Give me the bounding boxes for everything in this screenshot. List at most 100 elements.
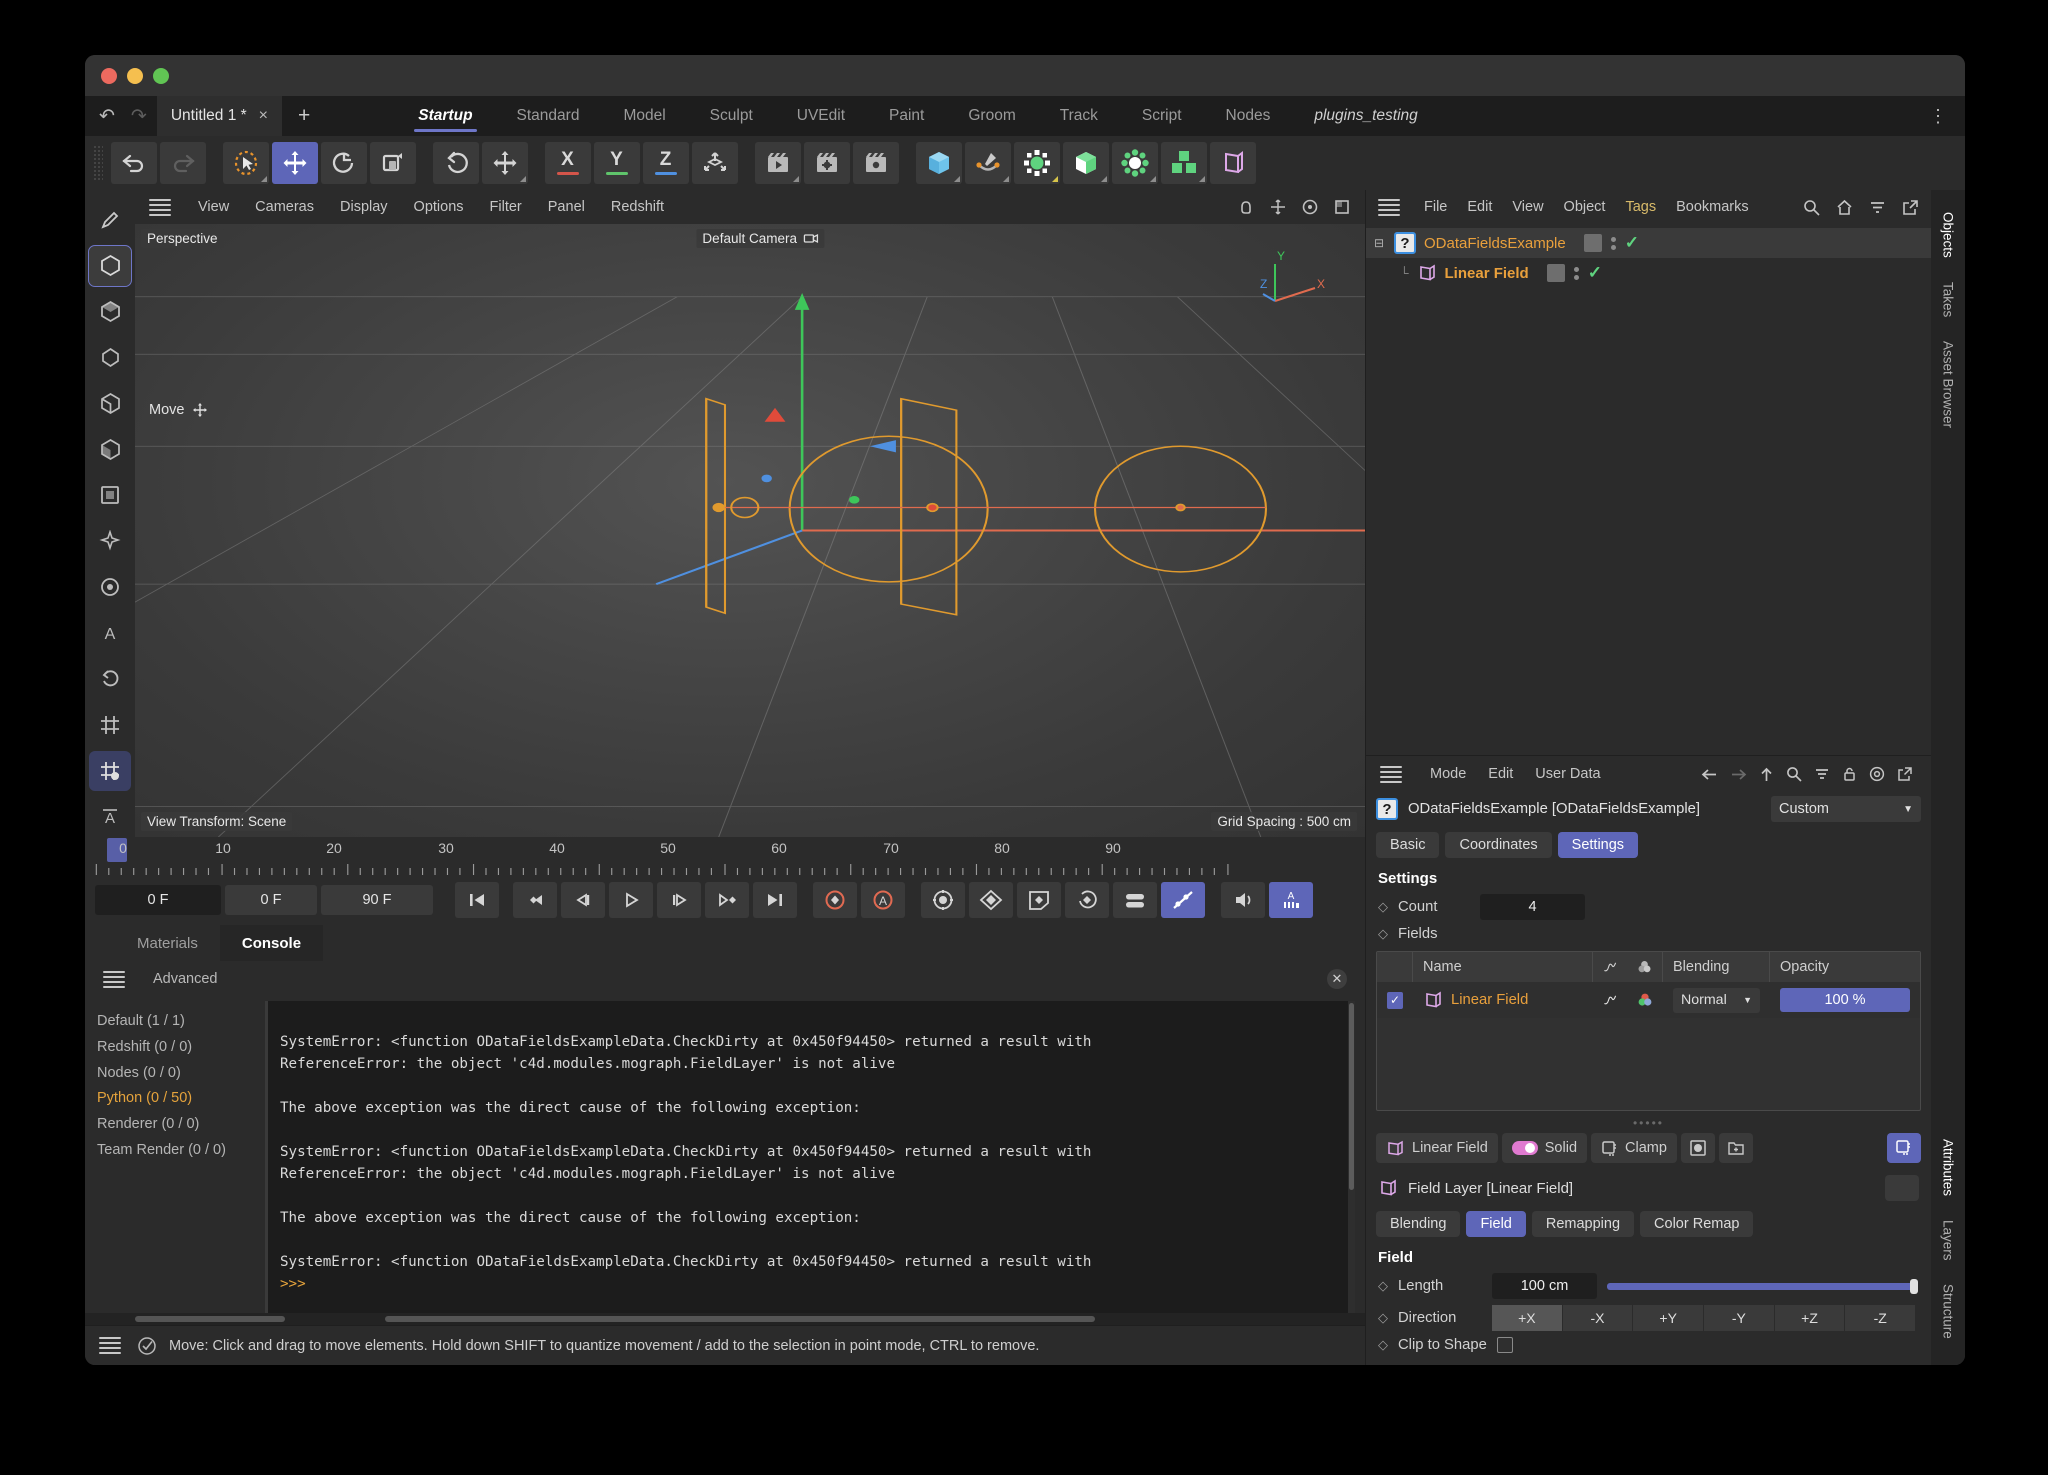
tab-settings[interactable]: Settings bbox=[1557, 832, 1639, 858]
animate-diamond-icon[interactable]: ◇ bbox=[1378, 1278, 1388, 1294]
render-settings-button[interactable] bbox=[852, 142, 899, 184]
enabled-check-icon[interactable]: ✓ bbox=[1588, 263, 1602, 283]
parameter-key-button[interactable] bbox=[1113, 882, 1157, 918]
render-to-picture-viewer-button[interactable] bbox=[803, 142, 850, 184]
search-icon[interactable] bbox=[1786, 766, 1802, 782]
layout-tab-plugins-testing[interactable]: plugins_testing bbox=[1292, 96, 1439, 136]
tab-field[interactable]: Field bbox=[1466, 1211, 1526, 1237]
enabled-check-icon[interactable]: ✓ bbox=[1625, 233, 1639, 253]
count-input[interactable]: 4 bbox=[1480, 894, 1585, 920]
layout-tab-sculpt[interactable]: Sculpt bbox=[688, 96, 775, 136]
tag-icon[interactable] bbox=[1583, 234, 1602, 252]
blending-dropdown[interactable]: Normal ▼ bbox=[1673, 987, 1760, 1013]
direction-option-plus-z[interactable]: +Z bbox=[1774, 1305, 1845, 1331]
attributes-menu-mode[interactable]: Mode bbox=[1422, 766, 1474, 782]
animation-toolbar-button[interactable]: A bbox=[1269, 882, 1313, 918]
direction-option-minus-x[interactable]: -X bbox=[1562, 1305, 1633, 1331]
layout-tab-standard[interactable]: Standard bbox=[495, 96, 602, 136]
layout-tab-model[interactable]: Model bbox=[601, 96, 687, 136]
viewport-menu-view[interactable]: View bbox=[185, 199, 242, 215]
console-filter-item[interactable]: Renderer (0 / 0) bbox=[97, 1112, 257, 1138]
open-window-icon[interactable] bbox=[1897, 766, 1913, 782]
uv-mode-button[interactable] bbox=[89, 476, 131, 516]
rotate-icon[interactable] bbox=[1301, 198, 1319, 216]
open-window-icon[interactable] bbox=[1902, 199, 1919, 216]
console-filter-item[interactable]: Nodes (0 / 0) bbox=[97, 1061, 257, 1087]
x-axis-lock-button[interactable]: X bbox=[544, 142, 591, 184]
document-tab[interactable]: Untitled 1 * × bbox=[156, 96, 283, 136]
attributes-menu-user-data[interactable]: User Data bbox=[1527, 766, 1608, 782]
length-slider[interactable] bbox=[1607, 1278, 1918, 1294]
zoom-icon[interactable] bbox=[1269, 198, 1287, 216]
close-document-icon[interactable]: × bbox=[259, 107, 268, 125]
layout-tab-startup[interactable]: Startup bbox=[396, 96, 494, 136]
console-menu-icon[interactable] bbox=[103, 970, 125, 988]
objects-menu-file[interactable]: File bbox=[1414, 199, 1457, 215]
objects-menu-edit[interactable]: Edit bbox=[1457, 199, 1502, 215]
objects-menu-icon[interactable] bbox=[1378, 198, 1400, 216]
console-filter-item[interactable]: Redshift (0 / 0) bbox=[97, 1035, 257, 1061]
objects-menu-object[interactable]: Object bbox=[1554, 199, 1616, 215]
autokeying-button[interactable]: A bbox=[861, 882, 905, 918]
console-filter-item-python[interactable]: Python (0 / 50) bbox=[97, 1086, 257, 1112]
animate-diamond-icon[interactable]: ◇ bbox=[1378, 1337, 1388, 1353]
vertical-tab-attributes[interactable]: Attributes bbox=[1941, 1127, 1956, 1208]
field-button[interactable] bbox=[1209, 142, 1256, 184]
minimize-window-button[interactable] bbox=[127, 67, 143, 84]
viewport-menu-redshift[interactable]: Redshift bbox=[598, 199, 677, 215]
console-filter-item[interactable]: Team Render (0 / 0) bbox=[97, 1138, 257, 1164]
viewport-menu-display[interactable]: Display bbox=[327, 199, 401, 215]
maximize-icon[interactable] bbox=[1333, 198, 1351, 216]
length-input[interactable]: 100 cm bbox=[1492, 1273, 1597, 1299]
preview-start-field[interactable]: 0 F bbox=[225, 885, 317, 915]
world-object-coordinate-button[interactable] bbox=[691, 142, 738, 184]
toggle-icon[interactable] bbox=[1511, 1141, 1538, 1155]
vertical-tab-takes[interactable]: Takes bbox=[1941, 270, 1956, 329]
tab-console[interactable]: Console bbox=[219, 925, 324, 961]
object-mode-button[interactable] bbox=[89, 292, 131, 332]
forward-arrow-icon[interactable] bbox=[1730, 767, 1747, 782]
cloner-button[interactable] bbox=[1160, 142, 1207, 184]
enable-snapping-button[interactable] bbox=[89, 705, 131, 745]
move-tool-button[interactable] bbox=[271, 142, 318, 184]
animation-mode-button[interactable] bbox=[89, 521, 131, 561]
search-icon[interactable] bbox=[1803, 199, 1820, 216]
viewport-solo-mode-button[interactable] bbox=[89, 567, 131, 607]
previous-key-button[interactable] bbox=[513, 882, 557, 918]
undo-view-button[interactable] bbox=[432, 142, 479, 184]
toolbar-grip[interactable] bbox=[93, 145, 103, 181]
viewport-menu-filter[interactable]: Filter bbox=[477, 199, 535, 215]
layout-tab-nodes[interactable]: Nodes bbox=[1204, 96, 1293, 136]
keyframe-selection-button[interactable] bbox=[921, 882, 965, 918]
tab-remapping[interactable]: Remapping bbox=[1531, 1211, 1635, 1237]
back-arrow-icon[interactable] bbox=[1701, 767, 1718, 782]
objects-tree[interactable]: ⊟ ? ODataFieldsExample ✓ └ Linear Field … bbox=[1366, 224, 1931, 755]
next-frame-button[interactable] bbox=[657, 882, 701, 918]
clamp-button[interactable]: Clamp bbox=[1591, 1133, 1677, 1163]
model-mode-button[interactable] bbox=[88, 244, 132, 287]
sound-button[interactable] bbox=[1221, 882, 1265, 918]
animate-diamond-icon[interactable]: ◇ bbox=[1378, 926, 1388, 942]
console-log[interactable]: SystemError: <function ODataFieldsExampl… bbox=[265, 1001, 1355, 1313]
position-key-button[interactable] bbox=[969, 882, 1013, 918]
subdivision-surface-button[interactable] bbox=[1062, 142, 1109, 184]
linear-field-type-button[interactable]: Linear Field bbox=[1376, 1133, 1498, 1163]
viewport-menu-icon[interactable] bbox=[149, 198, 171, 216]
add-layer-button[interactable] bbox=[1887, 1133, 1921, 1163]
viewport-projection-label[interactable]: Perspective bbox=[141, 229, 224, 248]
direction-option-plus-y[interactable]: +Y bbox=[1633, 1305, 1704, 1331]
objects-menu-tags[interactable]: Tags bbox=[1615, 199, 1666, 215]
edge-mode-button[interactable] bbox=[89, 384, 131, 424]
texture-axis-tool-button[interactable] bbox=[89, 200, 131, 240]
filter-icon[interactable] bbox=[1814, 766, 1830, 782]
object-row-odatafieldsexample[interactable]: ⊟ ? ODataFieldsExample ✓ bbox=[1366, 228, 1931, 258]
objects-menu-bookmarks[interactable]: Bookmarks bbox=[1666, 199, 1759, 215]
layout-tab-groom[interactable]: Groom bbox=[946, 96, 1037, 136]
objects-menu-view[interactable]: View bbox=[1502, 199, 1553, 215]
animate-diamond-icon[interactable]: ◇ bbox=[1378, 1310, 1388, 1326]
layout-tab-uvedit[interactable]: UVEdit bbox=[775, 96, 867, 136]
direction-option-minus-z[interactable]: -Z bbox=[1845, 1305, 1916, 1331]
direction-option-minus-y[interactable]: -Y bbox=[1704, 1305, 1774, 1331]
field-list-row[interactable]: ✓ Linear Field Normal ▼ 100 % bbox=[1377, 982, 1920, 1018]
console-prompt[interactable]: >>> bbox=[280, 1273, 1345, 1295]
